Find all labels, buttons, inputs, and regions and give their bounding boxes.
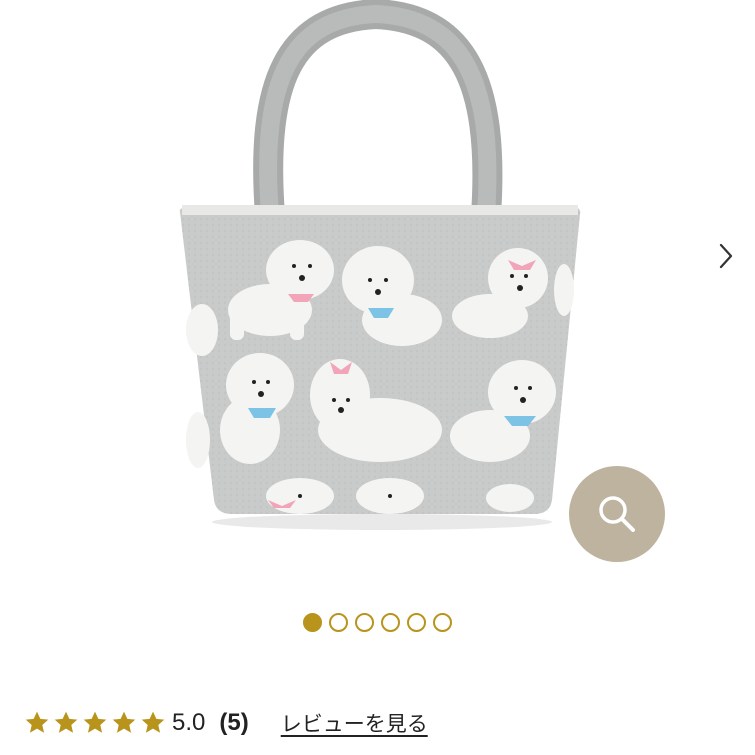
zoom-button[interactable] [569, 466, 665, 562]
star-icon [112, 711, 136, 733]
chevron-right-icon [719, 243, 733, 269]
pager-dot[interactable] [381, 613, 400, 632]
rating-value: 5.0 [172, 709, 206, 736]
star-icon [83, 711, 107, 733]
star-rating [24, 710, 166, 736]
image-pager [0, 613, 755, 637]
view-reviews-link[interactable]: レビューを見る [281, 708, 428, 738]
star-icon [54, 711, 78, 733]
product-photo[interactable] [150, 0, 610, 560]
rating-row: 5.0 (5) レビューを見る [24, 705, 428, 741]
review-count: (5) [219, 709, 249, 736]
pager-dot[interactable] [433, 613, 452, 632]
star-icon [25, 711, 49, 733]
star-icon [141, 711, 165, 733]
pager-dot[interactable] [407, 613, 426, 632]
pager-dot[interactable] [355, 613, 374, 632]
pager-dot[interactable] [329, 613, 348, 632]
search-icon [599, 496, 635, 532]
next-image-button[interactable] [708, 236, 744, 276]
product-image-area [0, 0, 755, 600]
pager-dot[interactable] [303, 613, 322, 632]
